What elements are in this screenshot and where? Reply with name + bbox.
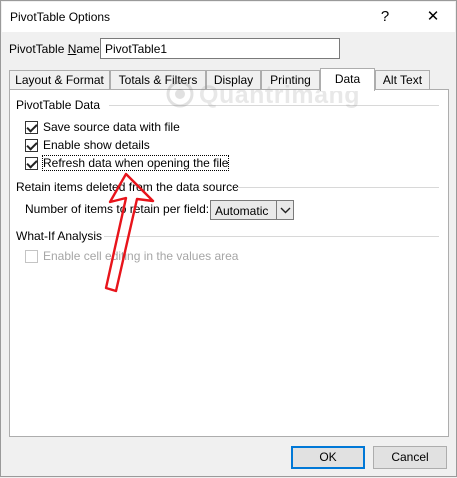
enable-show-details-label: Enable show details bbox=[43, 138, 150, 152]
tab-data[interactable]: Data bbox=[320, 68, 375, 91]
enable-show-details-checkbox[interactable] bbox=[25, 138, 38, 152]
enable-cell-editing-label: Enable cell editing in the values area bbox=[43, 249, 239, 263]
enable-cell-editing-option: Enable cell editing in the values area bbox=[25, 248, 238, 264]
help-button[interactable]: ? bbox=[372, 6, 398, 28]
name-label-prefix: PivotTable bbox=[9, 42, 68, 56]
group-divider bbox=[237, 187, 439, 188]
group-divider bbox=[104, 236, 439, 237]
save-source-data-label: Save source data with file bbox=[43, 120, 180, 134]
refresh-on-open-label: Refresh data when opening the file bbox=[41, 155, 230, 171]
pivottable-name-input[interactable] bbox=[100, 38, 340, 59]
refresh-on-open-option[interactable]: Refresh data when opening the file bbox=[25, 155, 230, 171]
enable-cell-editing-checkbox bbox=[25, 249, 38, 263]
items-to-retain-select[interactable]: Automatic bbox=[210, 200, 294, 220]
pivottable-data-heading: PivotTable Data bbox=[16, 98, 101, 112]
cancel-button[interactable]: Cancel bbox=[373, 446, 447, 469]
items-to-retain-label: Number of items to retain per field: bbox=[25, 202, 210, 216]
watermark-logo-icon bbox=[166, 80, 194, 108]
items-to-retain-value: Automatic bbox=[215, 204, 269, 218]
chevron-down-icon[interactable] bbox=[276, 201, 293, 219]
save-source-data-option[interactable]: Save source data with file bbox=[25, 119, 180, 135]
ok-button[interactable]: OK bbox=[291, 446, 365, 469]
retain-items-heading: Retain items deleted from the data sourc… bbox=[16, 180, 239, 194]
what-if-heading: What-If Analysis bbox=[16, 229, 103, 243]
title-bar: PivotTable Options ? ✕ bbox=[2, 2, 455, 32]
enable-show-details-option[interactable]: Enable show details bbox=[25, 137, 150, 153]
refresh-on-open-checkbox[interactable] bbox=[25, 156, 38, 170]
save-source-data-checkbox[interactable] bbox=[25, 120, 38, 134]
pivottable-options-dialog: PivotTable Options ? ✕ PivotTable Name: … bbox=[0, 0, 457, 477]
tab-layout-format[interactable]: Layout & Format bbox=[9, 70, 110, 90]
window-title: PivotTable Options bbox=[10, 10, 111, 24]
pivottable-name-label: PivotTable Name: bbox=[9, 42, 103, 56]
close-button[interactable]: ✕ bbox=[420, 6, 446, 28]
